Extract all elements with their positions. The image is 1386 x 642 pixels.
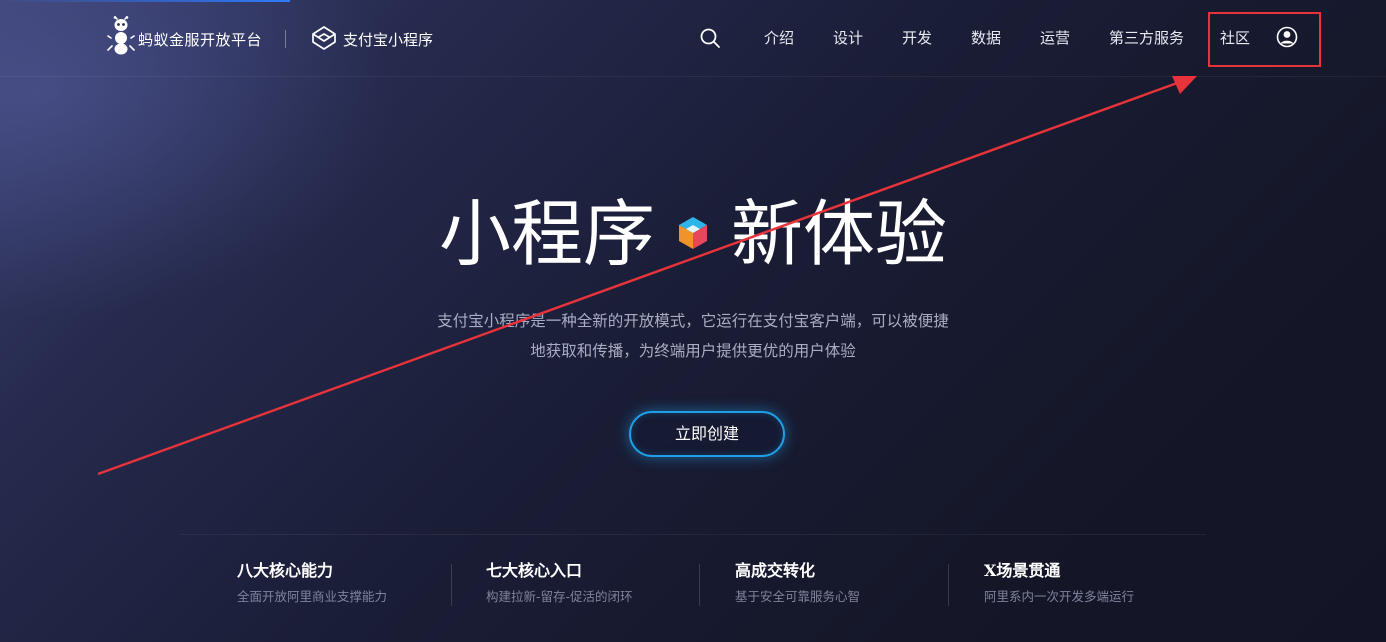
create-now-button[interactable]: 立即创建: [629, 411, 785, 457]
hero-title-right: 新体验: [731, 192, 948, 276]
hero-title-left: 小程序: [438, 192, 655, 276]
hero-description-line-2: 地获取和传播，为终端用户提供更优的用户体验: [530, 342, 856, 360]
cube-logo-icon: [679, 217, 707, 250]
feature-title: 八大核心能力: [237, 561, 334, 580]
page: 蚂蚁金服开放平台 支付宝小程序 介绍 设计 开发 数据 运营 第三方服务 社区: [0, 0, 1386, 642]
top-header: 蚂蚁金服开放平台 支付宝小程序 介绍 设计 开发 数据 运营 第三方服务 社区: [0, 0, 1386, 77]
feature-subtitle: 全面开放阿里商业支撑能力: [237, 589, 388, 604]
nav-item-third-party[interactable]: 第三方服务: [1109, 27, 1184, 48]
features-top-border: [180, 534, 1206, 535]
feature-subtitle: 构建拉新-留存-促活的闭环: [486, 589, 633, 604]
feature-card-conversion[interactable]: 高成交转化 基于安全可靠服务心智: [735, 560, 955, 606]
feature-title: 七大核心入口: [486, 561, 583, 580]
feature-card-scenarios[interactable]: X场景贯通 阿里系内一次开发多端运行: [984, 560, 1204, 606]
header-divider: [285, 30, 286, 48]
nav-item-design[interactable]: 设计: [833, 27, 863, 48]
nav-item-operations[interactable]: 运营: [1040, 27, 1070, 48]
search-icon[interactable]: [699, 27, 721, 49]
feature-title: 高成交转化: [735, 561, 816, 580]
feature-card-capabilities[interactable]: 八大核心能力 全面开放阿里商业支撑能力: [237, 560, 457, 606]
hero-description: 支付宝小程序是一种全新的开放模式，它运行在支付宝客户端，可以被便捷 地获取和传播…: [393, 306, 993, 366]
feature-divider: [699, 564, 700, 606]
hero-description-line-1: 支付宝小程序是一种全新的开放模式，它运行在支付宝客户端，可以被便捷: [437, 312, 949, 330]
nav-item-develop[interactable]: 开发: [902, 27, 932, 48]
brand-name[interactable]: 蚂蚁金服开放平台: [138, 29, 262, 50]
mini-program-logo-icon[interactable]: [311, 25, 337, 51]
product-name[interactable]: 支付宝小程序: [343, 29, 433, 50]
feature-divider: [451, 564, 452, 606]
nav-item-intro[interactable]: 介绍: [764, 27, 794, 48]
feature-divider: [948, 564, 949, 606]
feature-subtitle: 阿里系内一次开发多端运行: [984, 589, 1135, 604]
feature-subtitle: 基于安全可靠服务心智: [735, 589, 861, 604]
annotation-highlight-box: [1208, 12, 1321, 67]
feature-card-entrances[interactable]: 七大核心入口 构建拉新-留存-促活的闭环: [486, 560, 706, 606]
nav-item-data[interactable]: 数据: [971, 27, 1001, 48]
hero-title: 小程序 新体验: [0, 186, 1386, 282]
ant-logo-icon[interactable]: [106, 16, 136, 56]
feature-title: X场景贯通: [984, 561, 1061, 580]
